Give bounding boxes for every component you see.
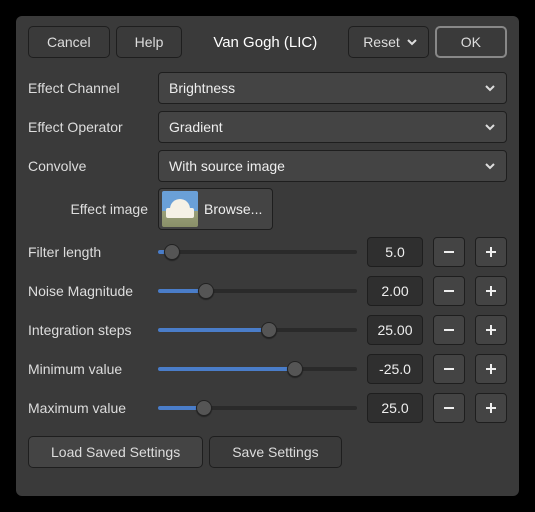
maximum-value-decrement[interactable] xyxy=(433,393,465,423)
integration-steps-slider[interactable] xyxy=(158,320,357,340)
minimum-value-row: Minimum value -25.0 xyxy=(28,352,507,386)
noise-magnitude-input[interactable]: 2.00 xyxy=(367,276,423,306)
filter-length-row: Filter length 5.0 xyxy=(28,235,507,269)
dialog-panel: Cancel Help Van Gogh (LIC) Reset OK Effe… xyxy=(16,16,519,496)
effect-operator-row: Effect Operator Gradient xyxy=(28,110,507,144)
effect-channel-value: Brightness xyxy=(169,80,235,96)
maximum-value-input[interactable]: 25.0 xyxy=(367,393,423,423)
minimum-value-decrement[interactable] xyxy=(433,354,465,384)
maximum-value-slider[interactable] xyxy=(158,398,357,418)
effect-channel-select[interactable]: Brightness xyxy=(158,72,507,104)
convolve-value: With source image xyxy=(169,158,285,174)
minimum-value-input[interactable]: -25.0 xyxy=(367,354,423,384)
save-settings-button[interactable]: Save Settings xyxy=(209,436,341,468)
effect-image-label: Effect image xyxy=(28,201,148,217)
noise-magnitude-slider[interactable] xyxy=(158,281,357,301)
filter-length-increment[interactable] xyxy=(475,237,507,267)
effect-channel-row: Effect Channel Brightness xyxy=(28,71,507,105)
effect-image-browse-button[interactable]: Browse... xyxy=(158,188,273,230)
browse-label: Browse... xyxy=(204,201,262,217)
effect-channel-label: Effect Channel xyxy=(28,80,148,96)
ok-button[interactable]: OK xyxy=(435,26,507,58)
chevron-down-icon xyxy=(484,160,496,172)
integration-steps-row: Integration steps 25.00 xyxy=(28,313,507,347)
chevron-down-icon xyxy=(484,82,496,94)
noise-magnitude-row: Noise Magnitude 2.00 xyxy=(28,274,507,308)
maximum-value-row: Maximum value 25.0 xyxy=(28,391,507,425)
chevron-down-icon xyxy=(484,121,496,133)
help-button[interactable]: Help xyxy=(116,26,183,58)
effect-image-row: Effect image Browse... xyxy=(28,188,507,230)
noise-magnitude-label: Noise Magnitude xyxy=(28,283,148,299)
footer: Load Saved Settings Save Settings xyxy=(28,436,507,468)
reset-button[interactable]: Reset xyxy=(348,26,429,58)
maximum-value-label: Maximum value xyxy=(28,400,148,416)
integration-steps-input[interactable]: 25.00 xyxy=(367,315,423,345)
maximum-value-increment[interactable] xyxy=(475,393,507,423)
image-thumbnail xyxy=(162,191,198,227)
filter-length-label: Filter length xyxy=(28,244,148,260)
chevron-down-icon xyxy=(406,36,418,48)
minimum-value-label: Minimum value xyxy=(28,361,148,377)
load-settings-button[interactable]: Load Saved Settings xyxy=(28,436,203,468)
reset-label: Reset xyxy=(363,34,400,50)
filter-length-slider[interactable] xyxy=(158,242,357,262)
integration-steps-label: Integration steps xyxy=(28,322,148,338)
integration-steps-decrement[interactable] xyxy=(433,315,465,345)
effect-operator-label: Effect Operator xyxy=(28,119,148,135)
minimum-value-increment[interactable] xyxy=(475,354,507,384)
minimum-value-slider[interactable] xyxy=(158,359,357,379)
convolve-row: Convolve With source image xyxy=(28,149,507,183)
cancel-button[interactable]: Cancel xyxy=(28,26,110,58)
toolbar: Cancel Help Van Gogh (LIC) Reset OK xyxy=(28,26,507,58)
filter-length-input[interactable]: 5.0 xyxy=(367,237,423,267)
effect-operator-select[interactable]: Gradient xyxy=(158,111,507,143)
filter-length-decrement[interactable] xyxy=(433,237,465,267)
convolve-select[interactable]: With source image xyxy=(158,150,507,182)
dialog-title: Van Gogh (LIC) xyxy=(188,34,342,51)
noise-magnitude-increment[interactable] xyxy=(475,276,507,306)
integration-steps-increment[interactable] xyxy=(475,315,507,345)
convolve-label: Convolve xyxy=(28,158,148,174)
noise-magnitude-decrement[interactable] xyxy=(433,276,465,306)
effect-operator-value: Gradient xyxy=(169,119,223,135)
